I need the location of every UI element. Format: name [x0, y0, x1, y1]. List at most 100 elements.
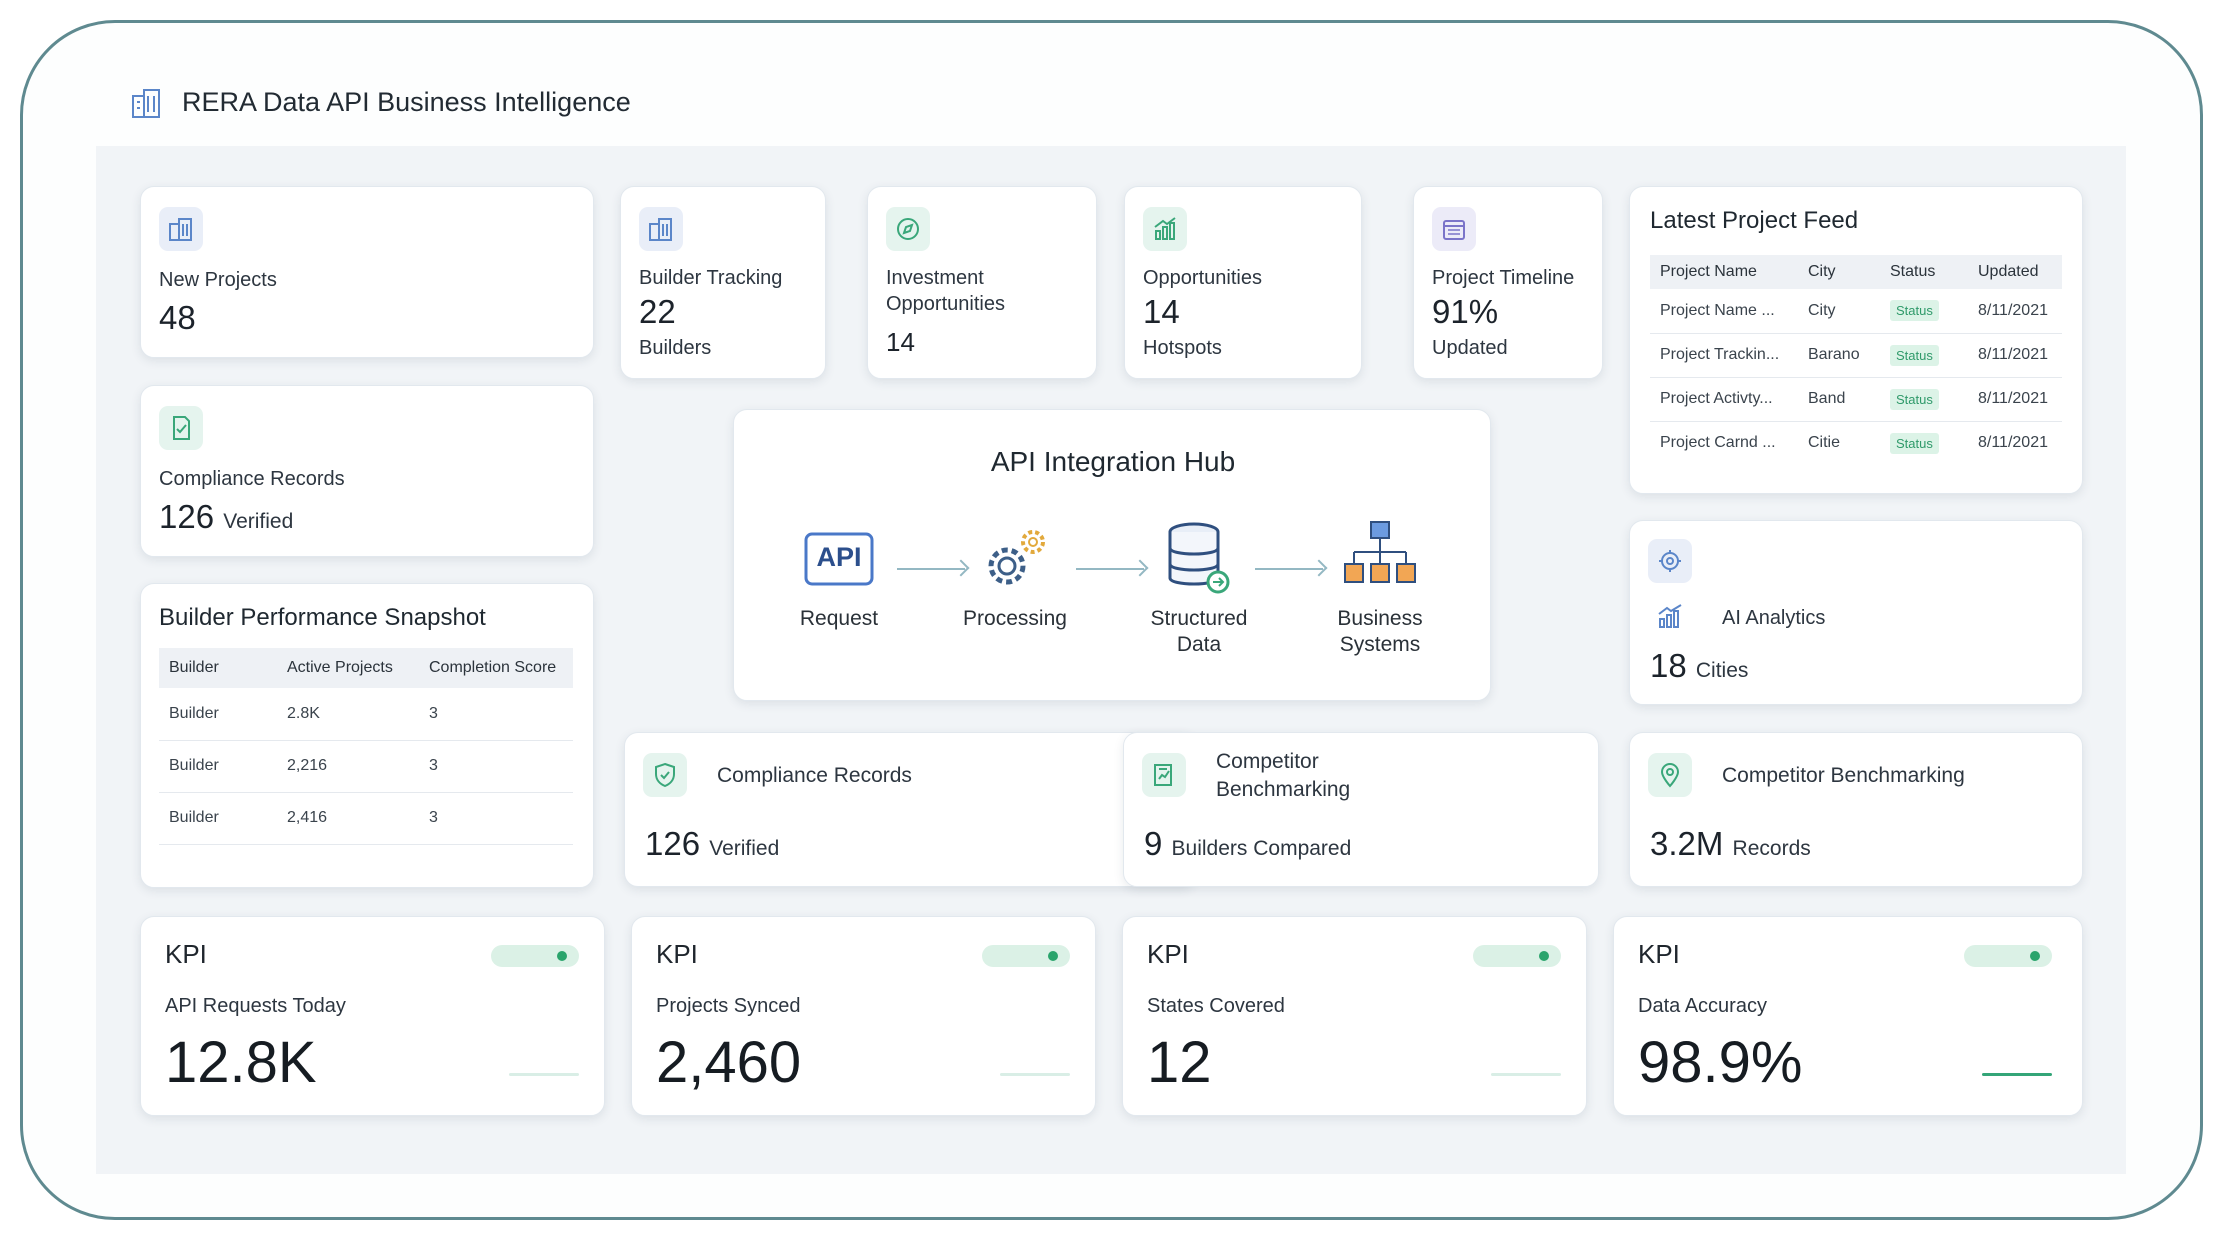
table-row[interactable]: Builder 2.8K 3	[159, 688, 573, 741]
feed-table: Project Name City Status Updated Project…	[1650, 255, 2062, 465]
compliance-records-card[interactable]: Compliance Records 126 Verified	[140, 385, 594, 557]
toggle-dot	[1048, 951, 1058, 961]
new-projects-card[interactable]: New Projects 48	[140, 186, 594, 358]
feed-title: Latest Project Feed	[1650, 207, 1859, 234]
kpi-label: API Requests Today	[165, 995, 346, 1017]
compliance-value: 126	[159, 498, 215, 535]
opportunities-card[interactable]: Opportunities 14 Hotspots	[1124, 186, 1362, 379]
document-chart-icon	[1142, 753, 1186, 797]
competitor-benchmarking-card[interactable]: Competitor Benchmarking 9 Builders Compa…	[1123, 732, 1599, 887]
investment-opportunities-card[interactable]: Investment Opportunities 14	[867, 186, 1097, 379]
benchmark-value: 3.2M	[1650, 825, 1724, 862]
kpi-sparkline	[1982, 1073, 2052, 1076]
builder-cell-active: 2.8K	[286, 688, 428, 741]
api-integration-hub-card: API Integration Hub API Request Processi…	[733, 409, 1491, 701]
status-badge: Status	[1890, 388, 1939, 410]
competitor-value: 9	[1144, 825, 1163, 862]
compass-icon	[886, 207, 930, 251]
compliance-records-mid-card[interactable]: Compliance Records 126 Verified	[624, 732, 1196, 887]
feed-cell-city: City	[1807, 289, 1889, 334]
status-badge: Status	[1890, 432, 1939, 454]
kpi-sparkline	[1000, 1073, 1070, 1076]
investment-label-line1: Investment	[886, 267, 984, 289]
table-row[interactable]: Builder 2,416 3	[159, 792, 573, 845]
builder-cell-name: Builder	[159, 740, 286, 793]
ai-unit: Cities	[1695, 659, 1749, 682]
ai-analytics-card[interactable]: AI Analytics 18 Cities	[1629, 520, 2083, 705]
buildings-icon	[132, 88, 160, 118]
kpi-card[interactable]: KPI Data Accuracy 98.9%	[1613, 916, 2083, 1116]
hub-step-request: Request	[774, 606, 904, 632]
kpi-toggle[interactable]	[491, 945, 579, 967]
api-badge-text: API	[816, 542, 862, 572]
hub-title: API Integration Hub	[990, 446, 1236, 477]
hub-step-label: Request	[799, 607, 879, 630]
kpi-card[interactable]: KPI States Covered 12	[1122, 916, 1587, 1116]
feed-cell-project: Project Name ...	[1650, 289, 1807, 334]
shield-check-icon	[643, 753, 687, 797]
feed-cell-city: Band	[1807, 377, 1889, 422]
builder-cell-score: 3	[428, 740, 573, 793]
toggle-dot	[1539, 951, 1549, 961]
feed-cell-updated: 8/11/2021	[1977, 333, 2062, 378]
table-row[interactable]: Project Carnd ... Citie Status 8/11/2021	[1650, 421, 2062, 465]
compliance-mid-value: 126	[645, 825, 701, 862]
feed-cell-updated: 8/11/2021	[1977, 289, 2062, 334]
new-projects-label: New Projects	[159, 269, 277, 291]
feed-cell-status: Status	[1889, 377, 1977, 422]
kpi-label: Projects Synced	[656, 995, 801, 1017]
kpi-toggle[interactable]	[1473, 945, 1561, 967]
buildings-icon	[159, 207, 203, 251]
buildings-icon	[639, 207, 683, 251]
arrow-icon	[897, 568, 965, 570]
hub-step-structured: Structured Data	[1129, 606, 1269, 658]
page-title: RERA Data API Business Intelligence	[182, 87, 631, 117]
feed-col-project: Project Name	[1650, 255, 1807, 289]
kpi-label: States Covered	[1147, 995, 1285, 1017]
status-badge: Status	[1890, 344, 1939, 366]
feed-col-city: City	[1807, 255, 1889, 289]
project-timeline-card[interactable]: Project Timeline 91% Updated	[1413, 186, 1603, 379]
kpi-sparkline	[509, 1073, 579, 1076]
ai-analytics-label: AI Analytics	[1722, 607, 1826, 629]
builder-cell-name: Builder	[159, 792, 286, 845]
hub-step-business: Business Systems	[1310, 606, 1450, 658]
kpi-toggle[interactable]	[1964, 945, 2052, 967]
compliance-mid-unit: Verified	[709, 837, 780, 860]
kpi-value: 12	[1147, 1030, 1212, 1095]
feed-cell-city: Citie	[1808, 434, 1841, 452]
table-row[interactable]: Project Name ... City Status 8/11/2021	[1650, 289, 2062, 334]
builder-tracking-label: Builder Tracking	[639, 267, 783, 289]
hub-step-label: Data	[1176, 633, 1222, 656]
kpi-card[interactable]: KPI API Requests Today 12.8K	[140, 916, 605, 1116]
feed-cell-status: Status	[1889, 421, 1977, 465]
kpi-card[interactable]: KPI Projects Synced 2,460	[631, 916, 1096, 1116]
builder-col-name: Builder	[159, 648, 286, 688]
builder-tracking-card[interactable]: Builder Tracking 22 Builders	[620, 186, 826, 379]
builder-performance-card: Builder Performance Snapshot Builder Act…	[140, 583, 594, 888]
calendar-icon	[1432, 207, 1476, 251]
feed-cell-updated: 8/11/2021	[1978, 434, 2048, 452]
compliance-value-wrap: 126 Verified	[159, 498, 293, 536]
kpi-sparkline	[1491, 1073, 1561, 1076]
builder-col-active: Active Projects	[286, 648, 428, 688]
compliance-mid-value-wrap: 126 Verified	[645, 825, 779, 863]
document-check-icon	[159, 406, 203, 450]
project-timeline-label: Project Timeline	[1432, 267, 1575, 289]
analytics-chart-icon	[1648, 595, 1692, 639]
kpi-label: Data Accuracy	[1638, 995, 1767, 1017]
table-row[interactable]: Project Activty... Band Status 8/11/2021	[1650, 377, 2062, 422]
hub-step-processing: Processing	[945, 606, 1085, 632]
kpi-toggle[interactable]	[982, 945, 1070, 967]
table-row[interactable]: Builder 2,216 3	[159, 740, 573, 793]
table-row[interactable]: Project Trackin... Barano Status 8/11/20…	[1650, 333, 2062, 378]
gears-icon	[979, 524, 1051, 594]
feed-cell-updated: 8/11/2021	[1977, 377, 2062, 422]
opportunities-label: Opportunities	[1143, 267, 1262, 289]
benchmark-records-card[interactable]: Competitor Benchmarking 3.2M Records	[1629, 732, 2083, 887]
kpi-value: 2,460	[656, 1030, 802, 1095]
compliance-mid-label: Compliance Records	[717, 764, 912, 787]
feed-cell-project: Project Trackin...	[1650, 333, 1807, 378]
status-badge: Status	[1890, 300, 1939, 322]
api-icon: API	[802, 528, 876, 590]
